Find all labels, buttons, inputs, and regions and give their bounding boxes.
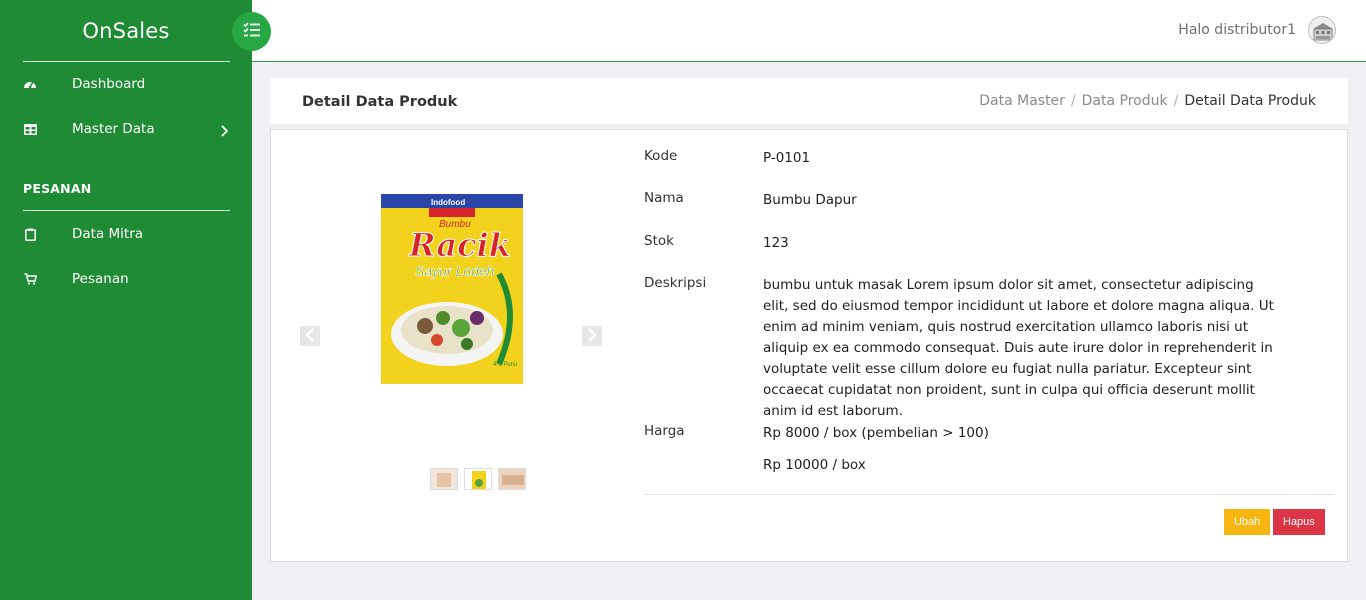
section-label-pesanan: PESANAN <box>23 181 92 196</box>
avatar[interactable] <box>1308 16 1336 44</box>
sidebar: OnSales Dashboard Master Data PESANAN Da… <box>0 0 252 600</box>
field-label: Harga <box>644 423 685 439</box>
product-image-line3: Sayur Lodeh <box>415 263 495 279</box>
field-value: Rp 10000 / box <box>763 457 866 473</box>
breadcrumb: Data Master / Data Produk / Detail Data … <box>979 93 1316 109</box>
field-label: Kode <box>644 148 678 164</box>
sidebar-toggle-button[interactable] <box>232 12 271 51</box>
breadcrumb-separator: / <box>1173 93 1179 109</box>
cart-icon <box>22 271 38 287</box>
field-label: Nama <box>644 190 684 206</box>
chevron-right-icon <box>587 327 597 346</box>
field-value: 123 <box>763 235 789 251</box>
sidebar-item-label: Data Mitra <box>72 226 144 242</box>
product-image-brand: Indofood <box>431 198 465 207</box>
edit-button[interactable]: Ubah <box>1224 509 1271 535</box>
product-image-badge: 4-5 Porsi <box>493 362 517 368</box>
field-value: bumbu untuk masak Lorem ipsum dolor sit … <box>763 277 1274 419</box>
chevron-right-icon <box>220 122 229 141</box>
field-label: Deskripsi <box>644 275 707 291</box>
field-value: Rp 8000 / box (pembelian > 100) <box>763 425 989 441</box>
page-title: Detail Data Produk <box>302 94 458 110</box>
product-image-carousel: Indofood Bumbu Racik Sayur Lodeh 4-5 Por… <box>299 150 609 490</box>
sidebar-item-master-data[interactable]: Master Data <box>0 111 252 147</box>
product-detail-card: Indofood Bumbu Racik Sayur Lodeh 4-5 Por… <box>270 129 1348 562</box>
sidebar-item-label: Dashboard <box>72 76 146 92</box>
table-icon <box>22 121 38 137</box>
field-value: P-0101 <box>763 150 811 166</box>
brand-divider <box>23 61 230 62</box>
topbar: Halo distributor1 <box>252 0 1366 62</box>
clipboard-icon <box>22 226 38 242</box>
breadcrumb-separator: / <box>1070 93 1076 109</box>
breadcrumb-current: Detail Data Produk <box>1184 93 1316 109</box>
field-value: Bumbu Dapur <box>763 192 857 208</box>
sidebar-item-label: Master Data <box>72 121 155 137</box>
product-image-line2: Racik <box>408 226 511 264</box>
thumbnail-3[interactable] <box>498 468 526 490</box>
product-image: Indofood Bumbu Racik Sayur Lodeh 4-5 Por… <box>381 194 523 384</box>
carousel-prev-button[interactable] <box>300 326 320 346</box>
field-label: Stok <box>644 233 674 249</box>
list-check-icon <box>242 21 261 42</box>
chevron-left-icon <box>305 327 315 346</box>
user-greeting: Halo distributor1 <box>1178 22 1296 38</box>
delete-button[interactable]: Hapus <box>1273 509 1325 535</box>
thumbnail-2[interactable] <box>464 468 492 490</box>
sidebar-item-dashboard[interactable]: Dashboard <box>0 66 252 102</box>
carousel-next-button[interactable] <box>582 326 602 346</box>
gauge-icon <box>22 76 38 92</box>
page-header: Detail Data Produk Data Master / Data Pr… <box>270 78 1348 124</box>
sidebar-item-pesanan[interactable]: Pesanan <box>0 261 252 297</box>
carousel-thumbnails <box>430 468 526 490</box>
sidebar-item-data-mitra[interactable]: Data Mitra <box>0 216 252 252</box>
sidebar-item-label: Pesanan <box>72 271 129 287</box>
thumbnail-1[interactable] <box>430 468 458 490</box>
divider <box>644 494 1334 495</box>
breadcrumb-data-master[interactable]: Data Master <box>979 93 1065 109</box>
breadcrumb-data-produk[interactable]: Data Produk <box>1082 93 1168 109</box>
brand-name[interactable]: OnSales <box>0 0 252 62</box>
section-divider <box>23 210 230 211</box>
